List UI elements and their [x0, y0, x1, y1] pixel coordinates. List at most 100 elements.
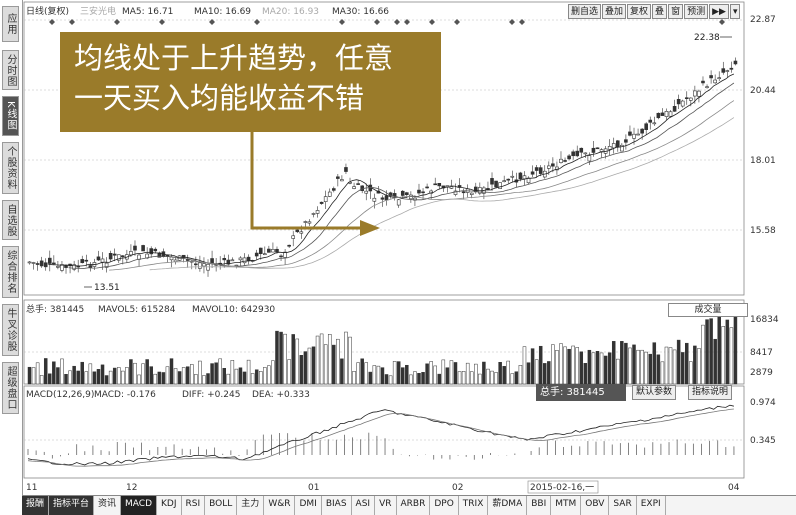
- tab-1[interactable]: 指标平台: [49, 496, 95, 515]
- tab-3[interactable]: MACD: [121, 496, 158, 515]
- toolbar-remove-watchlist-button[interactable]: 删自选: [568, 4, 602, 19]
- candle-body: [547, 165, 551, 169]
- sidebar-item-stock-info[interactable]: 个股资料: [2, 142, 19, 194]
- volume-bar: [157, 371, 162, 385]
- callout-line-2: 一天买入均能收益不错: [74, 81, 365, 115]
- sidebar-item-kline[interactable]: K线图: [2, 96, 19, 136]
- tab-9[interactable]: DMI: [295, 496, 322, 515]
- volume-bar: [291, 334, 295, 385]
- candle-body: [518, 172, 523, 180]
- toolbar-adjust-button[interactable]: 复权: [627, 4, 652, 19]
- candle-body: [510, 175, 515, 178]
- candle-body: [47, 257, 52, 264]
- tab-17[interactable]: BBI: [527, 496, 552, 515]
- tab-20[interactable]: SAR: [609, 496, 637, 515]
- candle-body: [202, 263, 206, 267]
- volume-bar: [514, 371, 519, 385]
- candle-body: [587, 155, 592, 162]
- volume-bar: [364, 362, 368, 385]
- tab-21[interactable]: EXPI: [637, 496, 666, 515]
- volume-bar: [717, 309, 721, 385]
- volume-bar: [149, 366, 153, 385]
- indicator-help-button[interactable]: 指标说明: [688, 385, 733, 400]
- tab-4[interactable]: KDJ: [157, 496, 182, 515]
- volume-bar: [287, 359, 291, 385]
- volume-bar: [547, 361, 551, 385]
- volume-bar: [27, 366, 32, 385]
- candle-body: [664, 111, 669, 117]
- tab-6[interactable]: BOLL: [205, 496, 238, 515]
- volume-bar: [551, 344, 555, 385]
- candle-body: [279, 255, 283, 258]
- candle-body: [198, 262, 202, 269]
- tab-13[interactable]: ARBR: [397, 496, 431, 515]
- volume-bar: [482, 361, 486, 385]
- sidebar-item-apps[interactable]: 应用: [2, 6, 19, 42]
- volume-bar: [559, 343, 563, 385]
- total-volume-label: 总手: 381445: [26, 303, 84, 315]
- candle-body: [607, 146, 612, 150]
- volume-bar: [656, 354, 661, 385]
- tab-12[interactable]: VR: [375, 496, 397, 515]
- tab-18[interactable]: MTM: [551, 496, 582, 515]
- toolbar-menu-icon[interactable]: ▾: [729, 4, 741, 19]
- sidebar-item-intraday[interactable]: 分时图: [2, 50, 19, 90]
- sidebar-item-watchlist[interactable]: 自选股: [2, 200, 19, 240]
- volume-bar: [275, 330, 279, 385]
- toolbar-forecast-button[interactable]: 预测: [684, 4, 709, 19]
- candle-body: [173, 259, 178, 262]
- volume-bar: [644, 351, 648, 385]
- sidebar-item-super-quote[interactable]: 超级盘口: [2, 362, 19, 414]
- tab-14[interactable]: DPO: [430, 496, 459, 515]
- macd-histogram-lines: [27, 404, 735, 467]
- candle-body: [697, 90, 701, 97]
- candle-body: [733, 60, 738, 65]
- tab-5[interactable]: RSI: [182, 496, 206, 515]
- volume-bar: [84, 371, 89, 385]
- toolbar-overlay-button[interactable]: 叠加: [602, 4, 627, 19]
- candle-body: [271, 249, 275, 253]
- candle-body: [506, 178, 511, 181]
- candle-body: [701, 80, 705, 84]
- mavol10-label: MAVOL10: 642930: [192, 305, 275, 315]
- candle-body: [660, 112, 665, 116]
- toolbar-window-button[interactable]: 窗: [668, 4, 684, 19]
- tab-15[interactable]: TRIX: [459, 496, 489, 515]
- candle-body: [39, 260, 44, 267]
- price-tick: 18.01: [750, 156, 776, 166]
- indicator-dropdown[interactable]: 成交量: [668, 303, 748, 317]
- volume-bar: [165, 366, 170, 385]
- volume-bar: [595, 351, 600, 385]
- tab-10[interactable]: BIAS: [322, 496, 352, 515]
- tab-2[interactable]: 资讯: [94, 496, 122, 515]
- volume-bar: [323, 344, 328, 385]
- volume-bar: [705, 319, 709, 385]
- tab-11[interactable]: ASI: [352, 496, 376, 515]
- toolbar-stack-button[interactable]: 叠: [652, 4, 668, 19]
- candle-body: [242, 257, 247, 264]
- tab-0[interactable]: 报酬: [22, 496, 50, 515]
- volume-bar: [380, 367, 385, 385]
- candle-body: [445, 185, 450, 188]
- sidebar-item-diagnosis[interactable]: 牛叉诊股: [2, 304, 19, 356]
- candle-body: [327, 191, 332, 197]
- volume-bar: [356, 362, 360, 385]
- sidebar-item-ranking[interactable]: 综合排名: [2, 246, 19, 298]
- volume-bar: [628, 347, 632, 385]
- volume-bar: [543, 363, 547, 385]
- candle-body: [331, 188, 336, 191]
- default-params-button[interactable]: 默认参数: [632, 385, 677, 400]
- tab-7[interactable]: 主力: [237, 496, 265, 515]
- toolbar-next-icon[interactable]: ▶▶: [709, 4, 729, 19]
- candle-body: [52, 262, 56, 265]
- volume-bar: [96, 369, 101, 385]
- volume-bar: [490, 370, 494, 385]
- tab-19[interactable]: OBV: [581, 496, 610, 515]
- candle-body: [725, 70, 730, 72]
- volume-bar: [279, 331, 283, 385]
- tab-8[interactable]: W&R: [264, 496, 296, 515]
- tab-16[interactable]: 薪DMA: [488, 496, 528, 515]
- stock-chart-app: 应用 分时图 K线图 个股资料 自选股 综合排名 牛叉诊股 超级盘口 日线(复权…: [0, 0, 796, 515]
- low-label: 13.51: [94, 283, 120, 293]
- candle-body: [676, 99, 681, 105]
